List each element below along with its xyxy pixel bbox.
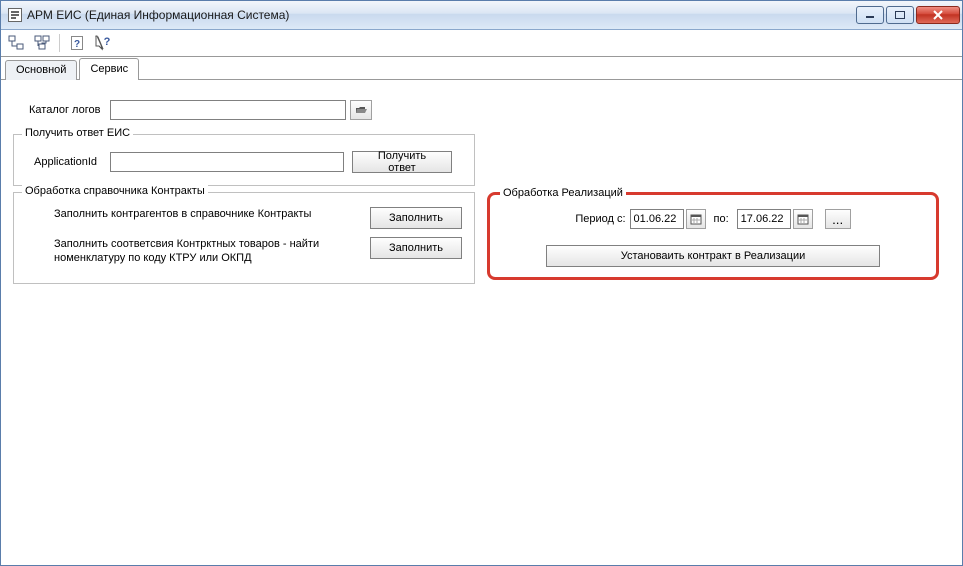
context-help-icon[interactable]: ? (92, 32, 114, 54)
period-from-calendar-button[interactable] (686, 209, 706, 229)
period-from-input[interactable] (630, 209, 684, 229)
realizations-group: Обработка Реализаций Период с: (487, 192, 939, 280)
tab-service-page: Каталог логов Получить ответ ЕИС Applica… (1, 80, 962, 565)
appid-input[interactable] (110, 152, 344, 172)
catalog-row: Каталог логов (29, 100, 950, 120)
tabstrip: Основной Сервис (1, 57, 962, 80)
calendar-icon (797, 213, 809, 225)
contracts-row1-desc: Заполнить контрагентов в справочнике Кон… (54, 207, 370, 221)
titlebar: АРМ ЕИС (Единая Информационная Система) (1, 1, 962, 30)
contracts-fill-contractors-button[interactable]: Заполнить (370, 207, 462, 229)
contracts-fill-goods-button[interactable]: Заполнить (370, 237, 462, 259)
svg-text:?: ? (104, 36, 111, 48)
set-contract-button[interactable]: Установаить контракт в Реализации (546, 245, 880, 267)
period-to-label: по: (714, 213, 729, 225)
minimize-button[interactable] (856, 6, 884, 24)
realizations-legend: Обработка Реализаций (500, 187, 626, 199)
two-column-area: Обработка справочника Контракты Заполнит… (13, 186, 950, 284)
eis-response-legend: Получить ответ ЕИС (22, 127, 133, 139)
catalog-browse-button[interactable] (350, 100, 372, 120)
contracts-legend: Обработка справочника Контракты (22, 185, 208, 197)
help-icon[interactable]: ? (66, 32, 88, 54)
period-to-input[interactable] (737, 209, 791, 229)
period-ellipsis-button[interactable]: ... (825, 209, 851, 229)
tree-view-2-icon[interactable] (31, 32, 53, 54)
svg-text:?: ? (74, 39, 80, 50)
contracts-group: Обработка справочника Контракты Заполнит… (13, 192, 475, 284)
toolbar-separator (59, 34, 60, 52)
period-from-label: Период с: (575, 213, 625, 225)
get-answer-button[interactable]: Получить ответ (352, 151, 452, 173)
appid-row: ApplicationId Получить ответ (34, 151, 462, 173)
catalog-input[interactable] (110, 100, 346, 120)
window-title: АРМ ЕИС (Единая Информационная Система) (27, 8, 856, 22)
period-row: Период с: по: (502, 209, 924, 229)
tab-service[interactable]: Сервис (79, 58, 139, 79)
app-icon (7, 7, 23, 23)
toolbar: ? ? (1, 30, 962, 57)
appid-label: ApplicationId (34, 156, 100, 168)
close-button[interactable] (916, 6, 960, 24)
contracts-row2-desc: Заполнить соответсвия Контрктных товаров… (54, 237, 370, 265)
tree-view-1-icon[interactable] (5, 32, 27, 54)
tab-main[interactable]: Основной (5, 60, 77, 80)
folder-open-icon (355, 105, 367, 115)
window-buttons (856, 6, 960, 24)
maximize-button[interactable] (886, 6, 914, 24)
period-to-calendar-button[interactable] (793, 209, 813, 229)
app-window: АРМ ЕИС (Единая Информационная Система) (0, 0, 963, 566)
calendar-icon (690, 213, 702, 225)
eis-response-group: Получить ответ ЕИС ApplicationId Получит… (13, 134, 475, 186)
catalog-label: Каталог логов (29, 104, 100, 116)
